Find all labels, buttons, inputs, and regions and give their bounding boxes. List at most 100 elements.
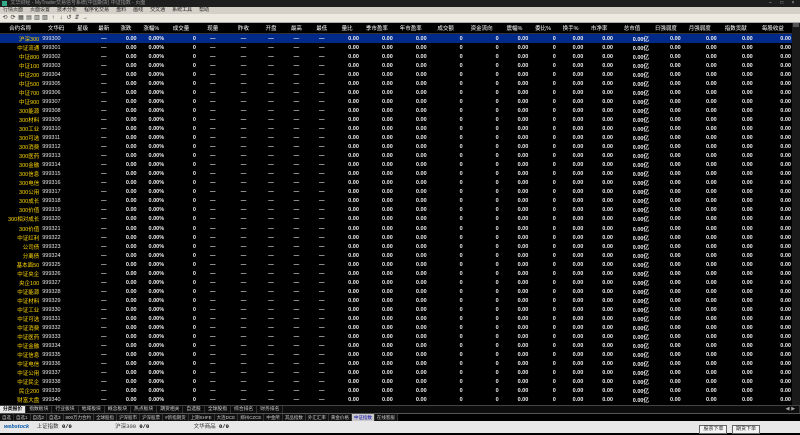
table-row[interactable]: 中证800999302—0.000.00%0—————0.000.000.000… (0, 52, 792, 61)
column-header[interactable]: 现量 (197, 23, 229, 34)
menu-item-6[interactable]: 交文通 (147, 7, 169, 14)
column-header[interactable]: 星级 (72, 23, 93, 34)
table-icon[interactable]: ▧ (42, 15, 48, 21)
table-row[interactable]: 基本面50999325—0.000.00%0—————0.000.000.000… (0, 260, 792, 269)
down-arrow-icon[interactable]: ↓ (58, 15, 64, 21)
column-header[interactable]: 合约名称 (0, 23, 40, 34)
column-header[interactable]: 震幅% (500, 23, 530, 34)
cell-ratio: 0.00 (334, 396, 359, 405)
menu-item-2[interactable]: 技术分析 (54, 7, 81, 14)
table-row[interactable]: 中证材料999329—0.000.00%0—————0.000.000.0000… (0, 296, 792, 305)
table-row[interactable]: 300可选999311—0.000.00%0—————0.000.000.000… (0, 134, 792, 143)
vertical-scrollbar[interactable] (792, 23, 800, 405)
table-row[interactable]: 央企100999327—0.000.00%0—————0.000.000.000… (0, 278, 792, 287)
column-header[interactable]: 昨收 (229, 23, 259, 34)
column-header[interactable]: 指数贡献 (718, 23, 754, 34)
column-header[interactable]: 换手% (557, 23, 585, 34)
table-row[interactable]: 财富大盘999340—0.000.00%0—————0.000.000.0000… (0, 396, 792, 405)
column-header[interactable]: 涨幅% (138, 23, 166, 34)
cell-weibi: 0 (529, 396, 557, 405)
column-header[interactable]: 每股收益 (754, 23, 792, 34)
column-header[interactable]: 量比 (334, 23, 359, 34)
table-row[interactable]: 民企200999339—0.000.00%0—————0.000.000.000… (0, 387, 792, 396)
cell-high: — (284, 188, 309, 197)
table-row[interactable]: 中证消费999332—0.000.00%0—————0.000.000.0000… (0, 324, 792, 333)
column-header[interactable]: 日强弱度 (650, 23, 682, 34)
close-button[interactable]: × (788, 0, 798, 7)
table-row[interactable]: 300价值999321—0.000.00%0—————0.000.000.000… (0, 224, 792, 233)
index-sh[interactable]: 上证指数 0/0 (35, 421, 112, 433)
column-header[interactable]: 季市盈率 (360, 23, 394, 34)
table-row[interactable]: 300工业999310—0.000.00%0—————0.000.000.000… (0, 124, 792, 133)
table-row[interactable]: 中证700999306—0.000.00%0—————0.000.000.000… (0, 88, 792, 97)
table-row[interactable]: 中证红利999322—0.000.00%0—————0.000.000.0000… (0, 233, 792, 242)
column-header[interactable]: 成交量 (165, 23, 197, 34)
column-header[interactable]: 文华码 (40, 23, 72, 34)
table-row[interactable]: 分离债999324—0.000.00%0—————0.000.000.00000… (0, 251, 792, 260)
column-header[interactable]: 最新 (93, 23, 114, 34)
quote-grid[interactable]: 合约名称文华码星级最新涨跌涨幅%成交量现量昨收开盘最高最低量比季市盈率年市盈率成… (0, 23, 792, 405)
menu-item-1[interactable]: 页面设置 (27, 7, 54, 14)
scroll-thumb[interactable] (793, 23, 799, 27)
table-row[interactable]: 中证公用999337—0.000.00%0—————0.000.000.0000… (0, 369, 792, 378)
menu-item-5[interactable]: 画线 (130, 7, 147, 14)
table-row[interactable]: 沪深300999300—0.000.00%0—————0.000.000.000… (0, 34, 792, 44)
table-row[interactable]: 300消费999312—0.000.00%0—————0.000.000.000… (0, 143, 792, 152)
table-row[interactable]: 300价值999319—0.000.00%0—————0.000.000.000… (0, 206, 792, 215)
index-wenhua[interactable]: 文华商品 0/0 (192, 421, 269, 433)
table-row[interactable]: 300信息999315—0.000.00%0—————0.000.000.000… (0, 170, 792, 179)
table-row[interactable]: 中证金融999334—0.000.00%0—————0.000.000.0000… (0, 342, 792, 351)
table-row[interactable]: 中证民企999338—0.000.00%0—————0.000.000.0000… (0, 378, 792, 387)
minimize-button[interactable]: – (765, 0, 775, 7)
table-row[interactable]: 中证工业999330—0.000.00%0—————0.000.000.0000… (0, 305, 792, 314)
table-row[interactable]: 公司债999323—0.000.00%0—————0.000.000.00000… (0, 242, 792, 251)
up-arrow-icon[interactable]: ↑ (50, 15, 56, 21)
table-row[interactable]: 中证900999307—0.000.00%0—————0.000.000.000… (0, 97, 792, 106)
table-row[interactable]: 300材料999309—0.000.00%0—————0.000.000.000… (0, 115, 792, 124)
table-row[interactable]: 中证医药999333—0.000.00%0—————0.000.000.0000… (0, 333, 792, 342)
menu-item-0[interactable]: 行情页面 (0, 7, 27, 14)
sort-icon[interactable]: ⇵ (74, 15, 80, 21)
table-row[interactable]: 中证电信999336—0.000.00%0—————0.000.000.0000… (0, 360, 792, 369)
maximize-button[interactable]: □ (777, 0, 787, 7)
column-header[interactable]: 总市值 (614, 23, 650, 34)
refresh-icon[interactable]: ⟲ (2, 15, 8, 21)
row-code: 999334 (40, 342, 72, 351)
column-header[interactable]: 年市盈率 (394, 23, 428, 34)
table-row[interactable]: 中证可选999331—0.000.00%0—————0.000.000.0000… (0, 314, 792, 323)
column-header[interactable]: 开盘 (258, 23, 283, 34)
list-icon[interactable]: ▤ (26, 15, 32, 21)
column-header[interactable]: 成交额 (428, 23, 464, 34)
table-row[interactable]: 中证央企999326—0.000.00%0—————0.000.000.0000… (0, 269, 792, 278)
index-hs300[interactable]: 沪深300 0/0 (113, 421, 190, 433)
table-row[interactable]: 300电信999316—0.000.00%0—————0.000.000.000… (0, 179, 792, 188)
column-header[interactable]: 市净率 (584, 23, 614, 34)
table-row[interactable]: 300相对成长999320—0.000.00%0—————0.000.000.0… (0, 215, 792, 224)
menu-item-8[interactable]: 帮助 (196, 7, 213, 14)
column-header[interactable]: 最低 (309, 23, 334, 34)
table-row[interactable]: 中证信息999335—0.000.00%0—————0.000.000.0000… (0, 351, 792, 360)
table-row[interactable]: 中证200999304—0.000.00%0—————0.000.000.000… (0, 70, 792, 79)
column-header[interactable]: 最高 (284, 23, 309, 34)
column-header[interactable]: 月强弱度 (682, 23, 718, 34)
table-row[interactable]: 中证流通999301—0.000.00%0—————0.000.000.0000… (0, 43, 792, 52)
next-icon[interactable]: → (82, 15, 88, 21)
menu-item-7[interactable]: 系统工具 (169, 7, 196, 14)
grid-icon[interactable]: ▦ (18, 15, 24, 21)
column-header[interactable]: 资金流向 (464, 23, 500, 34)
redo-icon[interactable]: ⟳ (10, 15, 16, 21)
table-row[interactable]: 中证500999305—0.000.00%0—————0.000.000.000… (0, 79, 792, 88)
table-row[interactable]: 300能源999308—0.000.00%0—————0.000.000.000… (0, 106, 792, 115)
column-header[interactable]: 委比% (529, 23, 557, 34)
undo-icon[interactable]: ↺ (66, 15, 72, 21)
column-header[interactable]: 涨跌 (114, 23, 137, 34)
table-row[interactable]: 中证100999303—0.000.00%0—————0.000.000.000… (0, 61, 792, 70)
table-row[interactable]: 300金融999314—0.000.00%0—————0.000.000.000… (0, 161, 792, 170)
columns-icon[interactable]: ▥ (34, 15, 40, 21)
menu-item-3[interactable]: 程序化交易 (81, 7, 113, 14)
menu-item-4[interactable]: 盘料 (113, 7, 130, 14)
table-row[interactable]: 300成长999318—0.000.00%0—————0.000.000.000… (0, 197, 792, 206)
table-row[interactable]: 中证能源999328—0.000.00%0—————0.000.000.0000… (0, 287, 792, 296)
table-row[interactable]: 300医药999313—0.000.00%0—————0.000.000.000… (0, 152, 792, 161)
table-row[interactable]: 300公用999317—0.000.00%0—————0.000.000.000… (0, 188, 792, 197)
